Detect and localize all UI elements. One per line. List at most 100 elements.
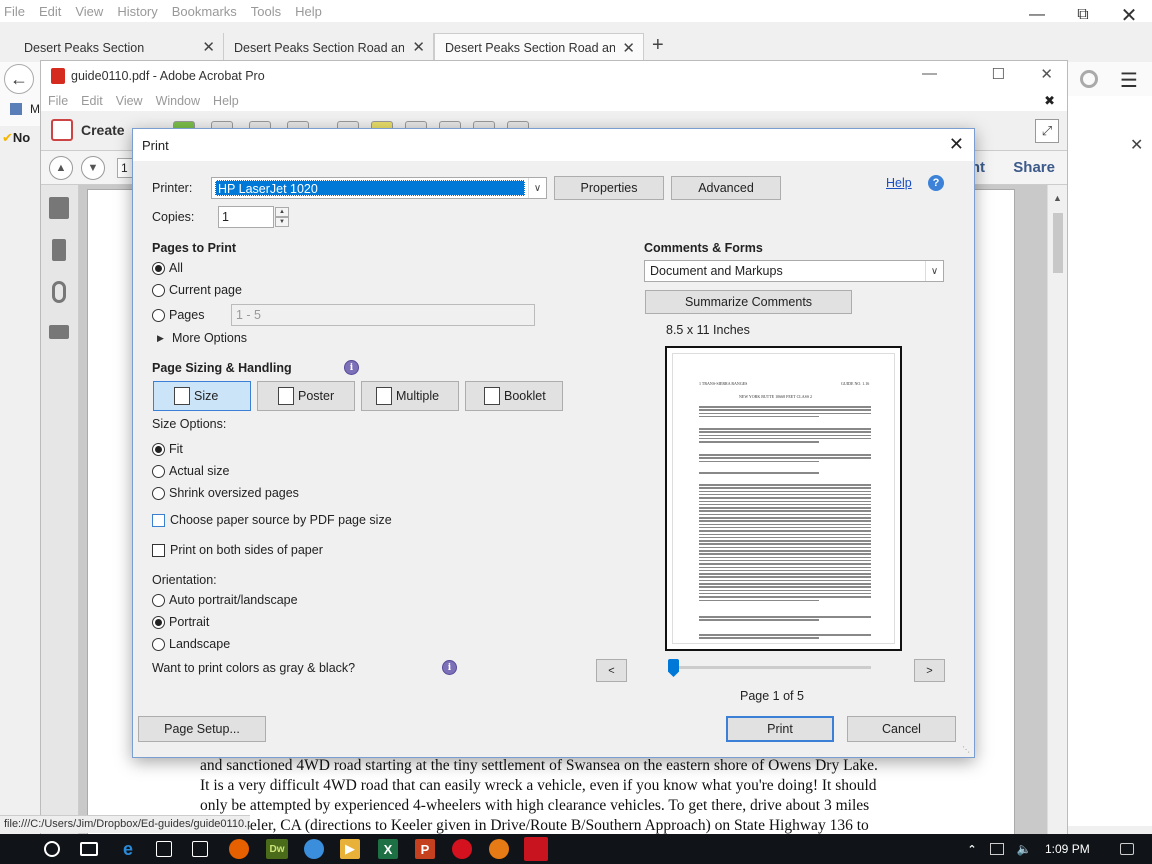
- resize-grip-icon[interactable]: ⋱: [962, 745, 972, 755]
- radio-landscape[interactable]: Landscape: [152, 637, 230, 651]
- radio-shrink-oversized[interactable]: Shrink oversized pages: [152, 486, 299, 500]
- calculator-icon[interactable]: [192, 841, 208, 857]
- acrobat-icon[interactable]: [524, 837, 548, 861]
- media-player-icon[interactable]: ▶: [340, 839, 360, 859]
- page-setup-button[interactable]: Page Setup...: [138, 716, 266, 742]
- radio-actual-size[interactable]: Actual size: [152, 464, 229, 478]
- task-view-icon[interactable]: [80, 842, 98, 856]
- preview-slider-track[interactable]: [669, 666, 871, 669]
- clock[interactable]: 1:09 PM: [1045, 842, 1090, 856]
- restore-icon[interactable]: ⧉: [1060, 0, 1106, 30]
- network-icon[interactable]: [990, 843, 1004, 855]
- page-thumbnails-icon[interactable]: [49, 197, 69, 219]
- edge-icon[interactable]: e: [118, 839, 138, 859]
- cancel-button[interactable]: Cancel: [847, 716, 956, 742]
- expand-triangle-icon[interactable]: ▶: [157, 333, 164, 344]
- expand-icon[interactable]: ⤢: [1035, 119, 1059, 143]
- close-tab-icon[interactable]: ✕: [412, 38, 425, 56]
- acro-menu-edit[interactable]: Edit: [81, 94, 103, 108]
- sync-icon[interactable]: [1080, 70, 1098, 88]
- copies-stepper[interactable]: 1 ▲ ▼: [218, 206, 289, 228]
- close-document-icon[interactable]: ✖: [1044, 93, 1055, 109]
- hamburger-menu-icon[interactable]: ☰: [1120, 68, 1138, 93]
- increment-icon[interactable]: ▲: [275, 207, 289, 217]
- close-tab-icon[interactable]: ✕: [622, 39, 635, 57]
- previous-page-icon[interactable]: ▲: [49, 156, 73, 180]
- menu-view[interactable]: View: [75, 4, 103, 19]
- menu-tools[interactable]: Tools: [251, 4, 281, 19]
- vertical-scrollbar[interactable]: ▲: [1047, 185, 1067, 835]
- comments-forms-select[interactable]: Document and Markups ∨: [644, 260, 944, 282]
- tab-road-1[interactable]: Desert Peaks Section Road and P ✕: [224, 33, 434, 62]
- decrement-icon[interactable]: ▼: [275, 217, 289, 227]
- info-icon[interactable]: i: [344, 360, 359, 375]
- opera-icon[interactable]: [452, 839, 472, 859]
- advanced-button[interactable]: Advanced: [671, 176, 781, 200]
- notifications-icon[interactable]: [1120, 843, 1134, 855]
- minimize-icon[interactable]: —: [1014, 0, 1060, 30]
- print-button[interactable]: Print: [726, 716, 834, 742]
- close-dialog-icon[interactable]: ✕: [949, 134, 964, 155]
- menu-file[interactable]: File: [4, 4, 25, 19]
- tab-road-2-active[interactable]: Desert Peaks Section Road and P ✕: [434, 33, 644, 62]
- checkbox-both-sides[interactable]: Print on both sides of paper: [152, 543, 323, 557]
- volume-icon[interactable]: 🔈: [1014, 839, 1034, 859]
- next-page-icon[interactable]: ▼: [81, 156, 105, 180]
- radio-all-pages[interactable]: All: [152, 261, 183, 275]
- menu-bookmarks[interactable]: Bookmarks: [172, 4, 237, 19]
- tab-booklet[interactable]: Booklet: [465, 381, 563, 411]
- firefox-icon[interactable]: [229, 839, 249, 859]
- store-icon[interactable]: [156, 841, 172, 857]
- tab-desert-peaks[interactable]: Desert Peaks Section ✕: [14, 33, 224, 62]
- new-tab-icon[interactable]: +: [652, 34, 664, 57]
- acro-menu-help[interactable]: Help: [213, 94, 239, 108]
- bookmarks-icon[interactable]: [52, 239, 66, 261]
- create-button[interactable]: Create: [51, 119, 125, 141]
- radio-portrait[interactable]: Portrait: [152, 615, 209, 629]
- tab-multiple[interactable]: Multiple: [361, 381, 459, 411]
- summarize-comments-button[interactable]: Summarize Comments: [645, 290, 852, 314]
- checkbox-paper-source[interactable]: Choose paper source by PDF page size: [152, 513, 392, 527]
- menu-history[interactable]: History: [117, 4, 157, 19]
- signatures-icon[interactable]: [49, 325, 69, 339]
- close-icon[interactable]: ✕: [1106, 0, 1152, 30]
- acro-menu-window[interactable]: Window: [156, 94, 200, 108]
- scroll-thumb[interactable]: [1053, 213, 1063, 273]
- tab-size[interactable]: Size: [153, 381, 251, 411]
- close-tab-icon[interactable]: ✕: [202, 38, 215, 56]
- minimize-icon[interactable]: —: [922, 65, 937, 82]
- bookmark-label[interactable]: M: [30, 102, 40, 116]
- preview-previous-button[interactable]: <: [596, 659, 627, 682]
- share-button[interactable]: Share: [1013, 159, 1055, 176]
- radio-auto-orientation[interactable]: Auto portrait/landscape: [152, 593, 298, 607]
- powerpoint-icon[interactable]: P: [415, 839, 435, 859]
- help-link[interactable]: Help: [886, 176, 912, 190]
- acro-menu-file[interactable]: File: [48, 94, 68, 108]
- search-icon[interactable]: [44, 841, 60, 857]
- back-arrow-icon[interactable]: ←: [4, 64, 34, 94]
- pages-range-input[interactable]: 1 - 5: [231, 304, 535, 326]
- radio-fit[interactable]: Fit: [152, 442, 183, 456]
- norton-toolbar[interactable]: ✔No: [2, 130, 30, 146]
- preview-next-button[interactable]: >: [914, 659, 945, 682]
- tab-poster[interactable]: Poster: [257, 381, 355, 411]
- close-icon[interactable]: ✕: [1040, 65, 1053, 83]
- bookmark-icon[interactable]: [10, 103, 22, 115]
- firefox-alt-icon[interactable]: [489, 839, 509, 859]
- radio-current-page[interactable]: Current page: [152, 283, 242, 297]
- printer-select[interactable]: HP LaserJet 1020 ∨: [211, 177, 547, 199]
- menu-help[interactable]: Help: [295, 4, 322, 19]
- radio-pages[interactable]: Pages: [152, 308, 204, 322]
- menu-edit[interactable]: Edit: [39, 4, 61, 19]
- help-icon[interactable]: ?: [928, 175, 944, 191]
- more-options-toggle[interactable]: More Options: [172, 331, 247, 345]
- chevron-up-icon[interactable]: ⌃: [962, 839, 982, 859]
- info-icon[interactable]: i: [442, 660, 457, 675]
- acro-menu-view[interactable]: View: [116, 94, 143, 108]
- attachments-icon[interactable]: [52, 281, 66, 303]
- properties-button[interactable]: Properties: [554, 176, 664, 200]
- excel-icon[interactable]: X: [378, 839, 398, 859]
- chrome-icon[interactable]: [304, 839, 324, 859]
- windows-start-icon[interactable]: [10, 841, 28, 859]
- dreamweaver-icon[interactable]: Dw: [266, 839, 288, 859]
